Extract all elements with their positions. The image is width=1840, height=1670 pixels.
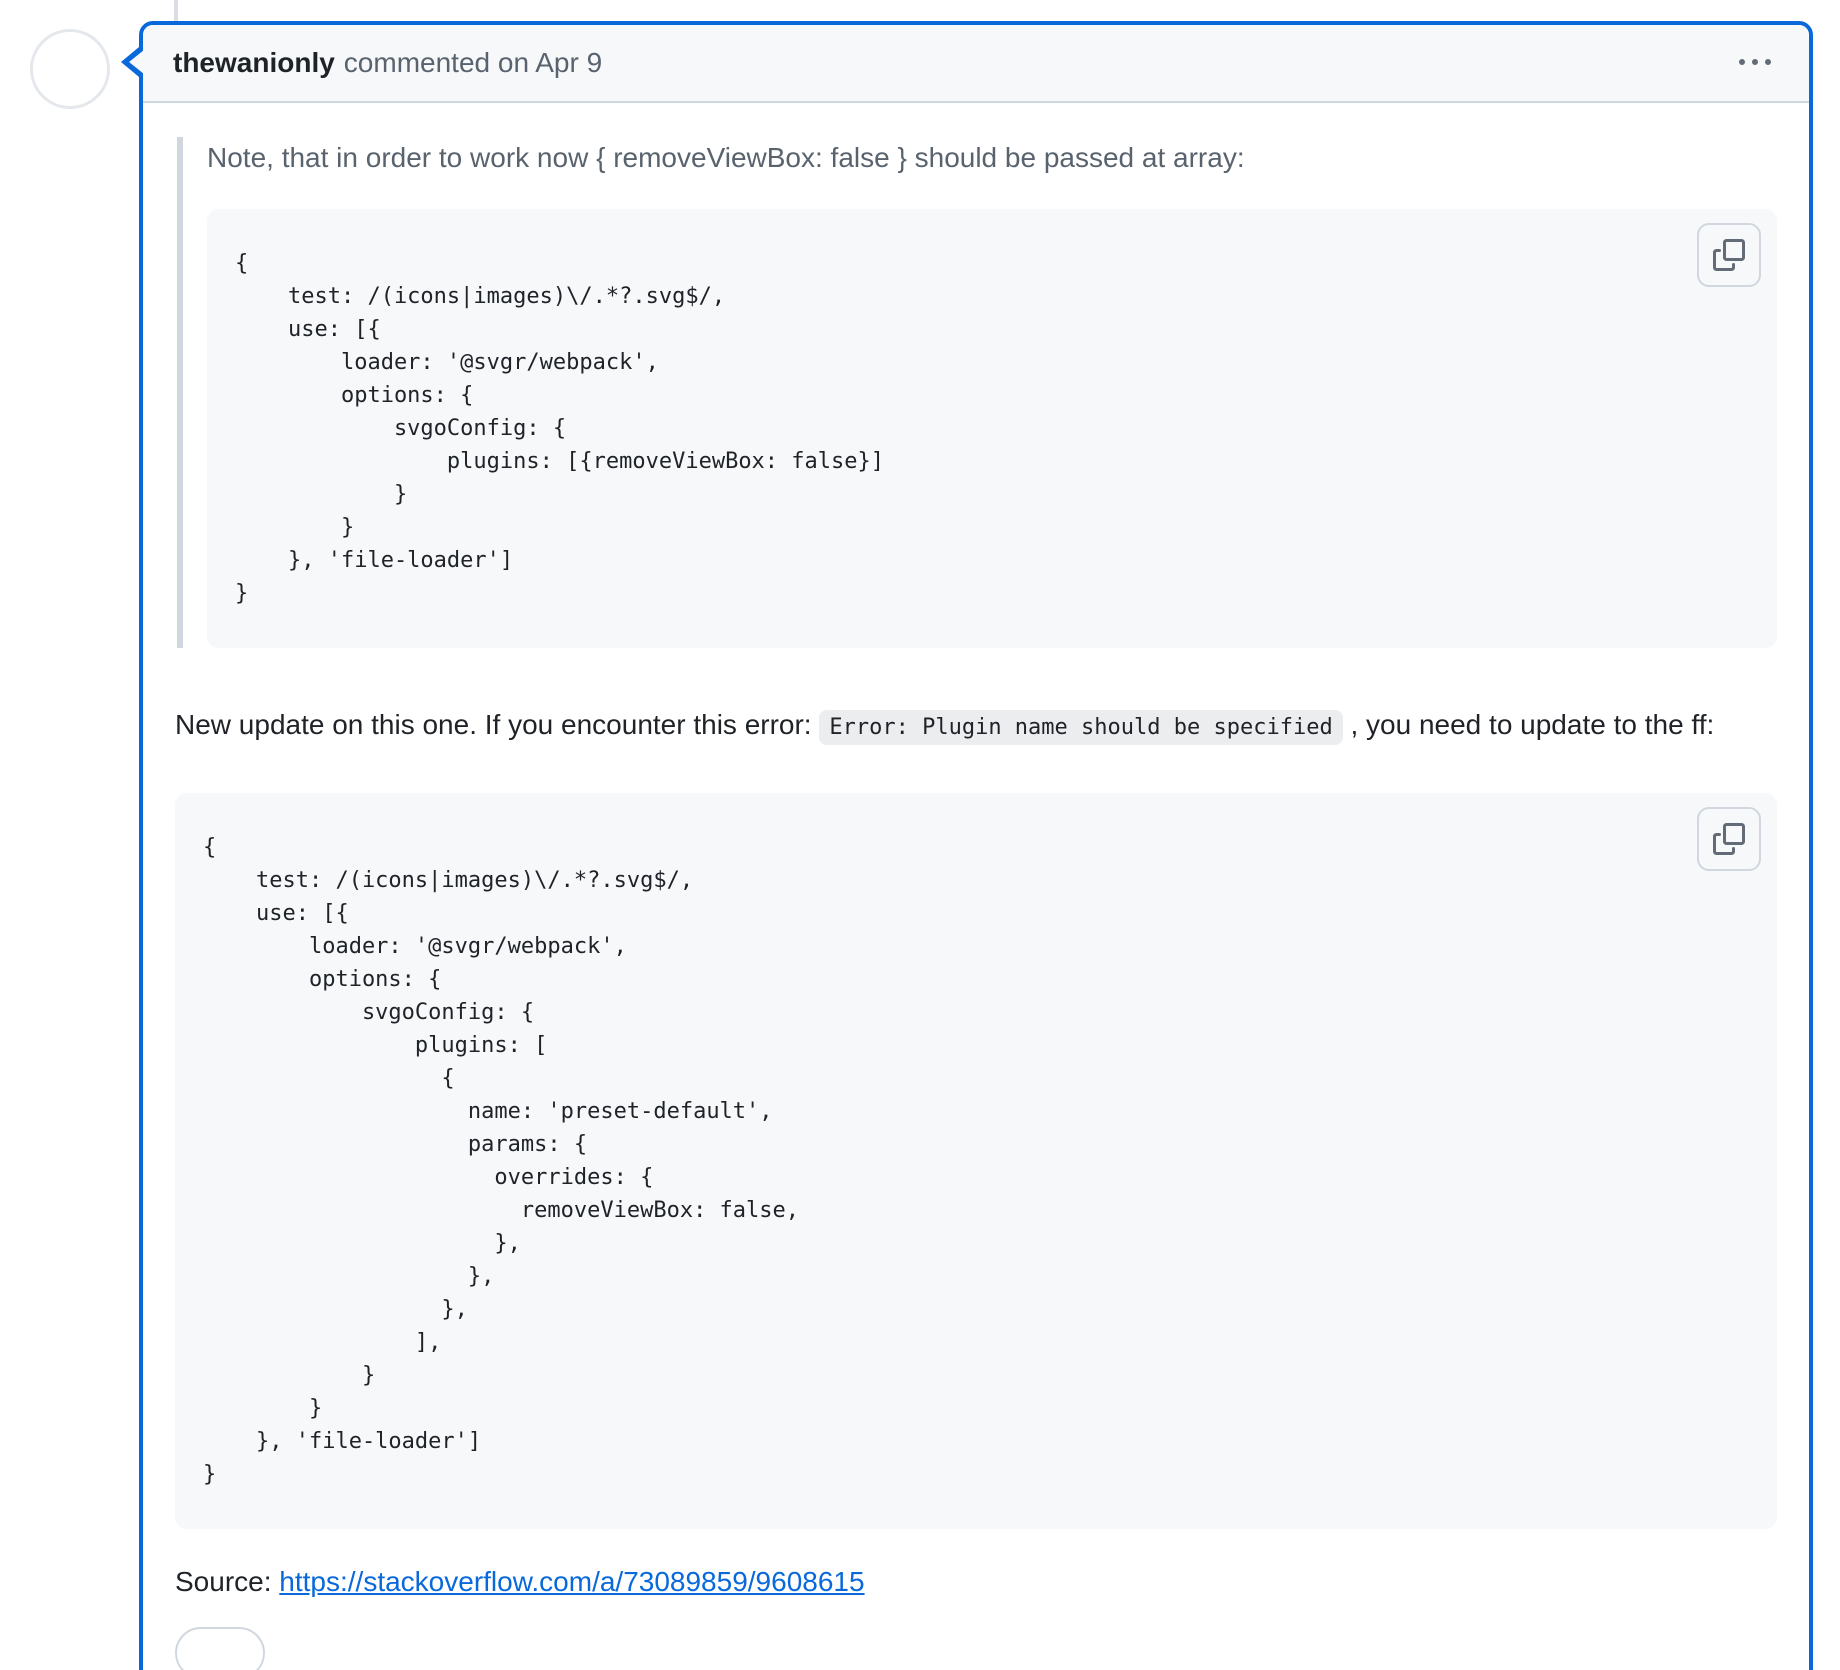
copy-code-1-button[interactable] [1697, 223, 1761, 287]
comment-header: thewanionly commented on Apr 9 [143, 25, 1809, 103]
inline-code-error: Error: Plugin name should be specified [819, 710, 1342, 745]
comment-caret-icon-inner [129, 50, 144, 74]
add-reaction-button[interactable] [175, 1627, 265, 1670]
blockquote: Note, that in order to work now { remove… [177, 137, 1777, 648]
comment-action-text: commented on Apr 9 [344, 47, 602, 79]
author-link[interactable]: thewanionly [173, 47, 335, 79]
comment-body: Note, that in order to work now { remove… [143, 103, 1809, 1670]
code-block-2: { test: /(icons|images)\/.*?.svg$/, use:… [175, 793, 1777, 1529]
code-block-1: { test: /(icons|images)\/.*?.svg$/, use:… [207, 209, 1777, 648]
copy-icon [1713, 823, 1745, 855]
quote-text: Note, that in order to work now { remove… [207, 137, 1777, 179]
update-text-after: , you need to update to the ff: [1343, 709, 1715, 740]
comment-card: thewanionly commented on Apr 9 Note, tha… [139, 21, 1813, 1670]
code-block-2-content: { test: /(icons|images)\/.*?.svg$/, use:… [203, 831, 1749, 1491]
comment-options-button[interactable] [1731, 39, 1779, 87]
code-block-1-content: { test: /(icons|images)\/.*?.svg$/, use:… [235, 247, 1749, 610]
copy-icon [1713, 239, 1745, 271]
avatar[interactable] [30, 29, 110, 109]
page-canvas: thewanionly commented on Apr 9 Note, tha… [0, 0, 1840, 1670]
source-line: Source: https://stackoverflow.com/a/7308… [175, 1561, 1777, 1603]
kebab-horizontal-icon [1739, 47, 1771, 79]
copy-code-2-button[interactable] [1697, 807, 1761, 871]
update-text-before: New update on this one. If you encounter… [175, 709, 819, 740]
update-paragraph: New update on this one. If you encounter… [175, 704, 1777, 749]
source-link[interactable]: https://stackoverflow.com/a/73089859/960… [279, 1566, 864, 1597]
source-label: Source: [175, 1566, 279, 1597]
